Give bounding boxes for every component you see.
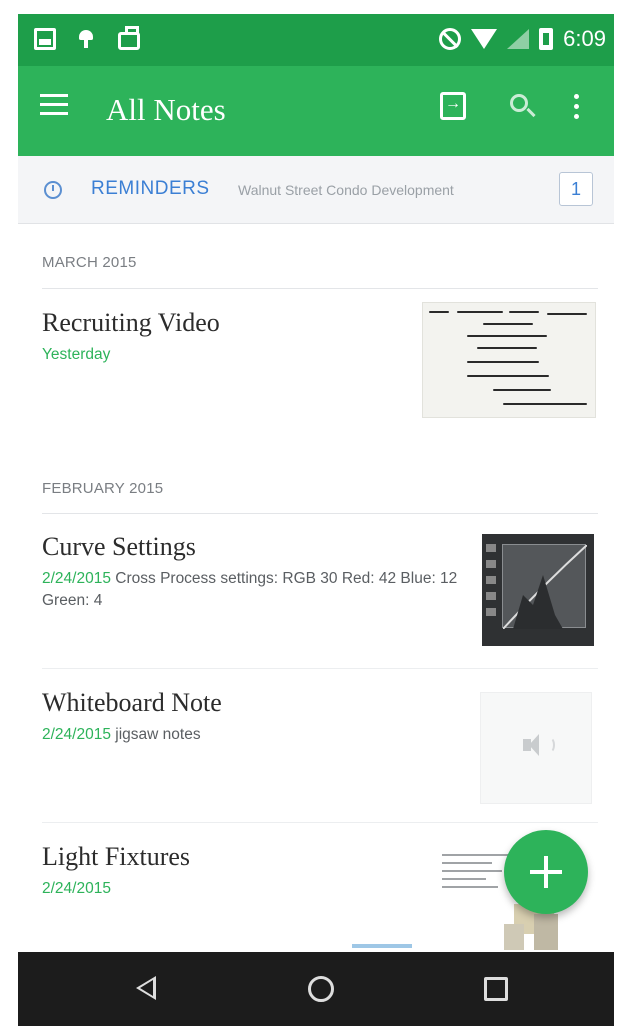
back-icon[interactable]: [136, 976, 156, 1000]
note-meta: 2/24/2015 Cross Process settings: RGB 30…: [42, 568, 462, 612]
shopping-bag-icon: [118, 26, 140, 50]
note-meta: 2/24/2015: [42, 878, 462, 900]
note-divider: [42, 668, 598, 669]
section-divider: [42, 288, 598, 289]
wifi-icon: [471, 29, 498, 49]
note-date: Yesterday: [42, 346, 111, 363]
reminders-label: REMINDERS: [91, 178, 210, 199]
alarm-clock-icon: [44, 181, 62, 199]
note-title: Whiteboard Note: [42, 688, 222, 717]
section-header-february-2015: FEBRUARY 2015: [42, 480, 164, 497]
note-divider: [42, 822, 598, 823]
home-icon[interactable]: [308, 976, 334, 1002]
note-date: 2/24/2015: [42, 726, 111, 743]
reminder-preview: Walnut Street Condo Development: [238, 182, 454, 198]
note-title: Recruiting Video: [42, 308, 220, 337]
note-date: 2/24/2015: [42, 570, 111, 587]
app-bar: All Notes: [18, 66, 614, 156]
note-snippet: jigsaw notes: [115, 726, 201, 743]
note-title: Curve Settings: [42, 532, 196, 561]
navigation-bar: [18, 952, 614, 1026]
note-date: 2/24/2015: [42, 880, 111, 897]
signal-icon: [507, 29, 530, 49]
phone-screen: 6:09 All Notes REMINDERS Walnut Street C…: [18, 14, 614, 1026]
status-system-icons: 6:09: [439, 26, 606, 52]
battery-icon: [539, 28, 554, 50]
sync-icon[interactable]: [440, 92, 466, 120]
status-time: 6:09: [563, 26, 606, 51]
note-meta: Yesterday: [42, 344, 462, 366]
audio-thumbnail: [480, 692, 592, 804]
gallery-icon: [34, 28, 56, 50]
more-vert-icon[interactable]: [574, 94, 584, 124]
recents-icon[interactable]: [484, 977, 508, 1001]
do-not-disturb-icon: [439, 28, 462, 50]
handwriting-thumbnail: [422, 302, 596, 418]
status-bar: 6:09: [18, 14, 614, 66]
device-frame-top: [0, 0, 620, 14]
hamburger-menu-icon[interactable]: [40, 94, 72, 120]
scroll-indicator: [352, 944, 412, 948]
status-notification-icons: [34, 26, 140, 50]
page-title: All Notes: [106, 92, 226, 127]
speaker-icon: [523, 734, 539, 756]
section-divider: [42, 513, 598, 514]
new-note-fab[interactable]: [504, 830, 588, 914]
curve-settings-thumbnail: [482, 534, 594, 646]
search-icon[interactable]: [508, 92, 538, 122]
reminders-bar[interactable]: REMINDERS Walnut Street Condo Developmen…: [18, 156, 614, 224]
note-title: Light Fixtures: [42, 842, 191, 871]
android-icon: [76, 28, 98, 50]
section-header-march-2015: MARCH 2015: [42, 254, 137, 271]
note-meta: 2/24/2015 jigsaw notes: [42, 724, 462, 746]
reminders-count-badge[interactable]: 1: [559, 172, 593, 206]
